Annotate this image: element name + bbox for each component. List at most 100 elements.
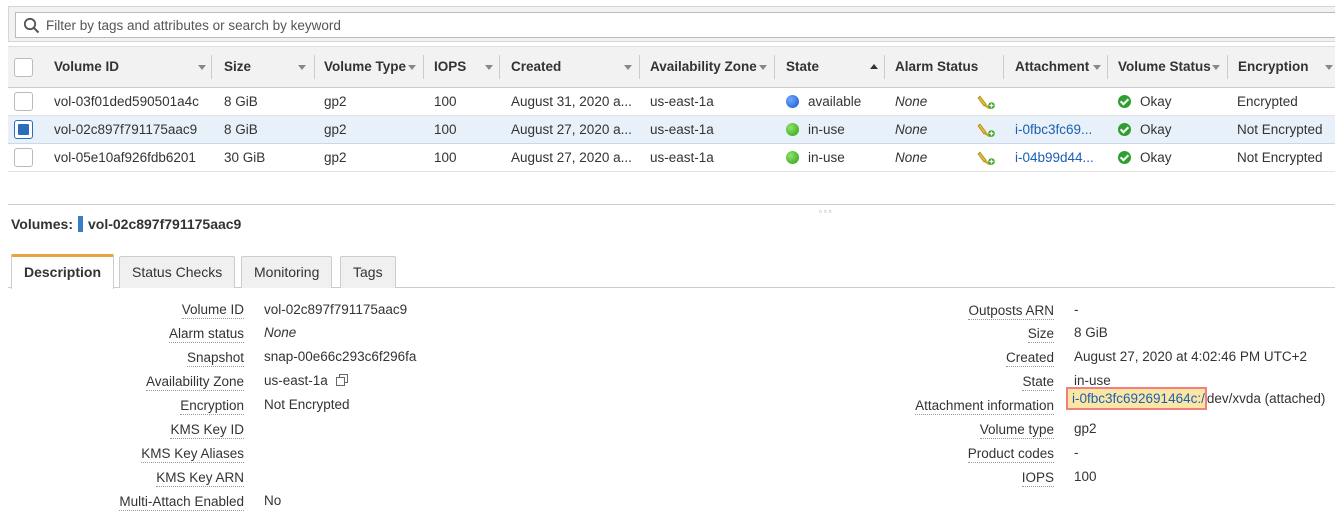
- search-icon: [23, 17, 40, 34]
- col-size[interactable]: Size: [224, 47, 251, 87]
- col-alarm-status: Alarm Status: [895, 59, 979, 74]
- col-state[interactable]: State: [786, 47, 819, 87]
- col-volume-id[interactable]: Volume ID: [54, 47, 119, 87]
- selection-bar: [77, 216, 83, 232]
- chevron-down-icon[interactable]: [298, 65, 306, 70]
- label-volume-id: Volume ID: [181, 302, 244, 319]
- cell-attachment-link[interactable]: [1015, 88, 1103, 115]
- col-availability-zone[interactable]: Availability Zone: [650, 47, 757, 87]
- chevron-down-icon[interactable]: [759, 65, 767, 70]
- label-kms-key-aliases: KMS Key Aliases: [141, 446, 244, 463]
- cell-created: August 31, 2020 a...: [511, 94, 632, 109]
- value-product-codes: -: [1074, 445, 1079, 460]
- status-ok-icon: [1118, 123, 1131, 136]
- tab-monitoring[interactable]: Monitoring: [241, 256, 333, 288]
- cell-volume-type: gp2: [324, 94, 347, 109]
- col-created[interactable]: Created: [511, 47, 561, 87]
- cell-iops: 100: [434, 94, 457, 109]
- cell-state: available: [808, 94, 862, 109]
- value-size: 8 GiB: [1074, 325, 1108, 340]
- cell-attachment-link[interactable]: i-0fbc3fc69...: [1015, 116, 1103, 143]
- cell-iops: 100: [434, 122, 457, 137]
- attachment-instance-link[interactable]: i-0fbc3fc692691464c:/: [1066, 387, 1207, 410]
- label-kms-key-arn: KMS Key ARN: [156, 470, 244, 487]
- cell-alarm-status: None: [895, 150, 928, 165]
- cell-volume-status: Okay: [1140, 122, 1172, 137]
- value-attachment-info: i-0fbc3fc692691464c:/dev/xvda (attached): [1066, 387, 1326, 410]
- cell-created: August 27, 2020 a...: [511, 122, 632, 137]
- copy-icon[interactable]: [336, 374, 348, 386]
- col-attachment[interactable]: Attachment: [1015, 47, 1089, 87]
- add-alarm-icon[interactable]: [977, 148, 995, 166]
- chevron-down-icon[interactable]: [624, 65, 632, 70]
- label-encryption: Encryption: [180, 398, 244, 415]
- value-created: August 27, 2020 at 4:02:46 PM UTC+2: [1074, 349, 1308, 364]
- select-all-checkbox[interactable]: [14, 58, 33, 77]
- status-ok-icon: [1118, 151, 1131, 164]
- cell-encryption: Not Encrypted: [1237, 122, 1323, 137]
- cell-state: in-use: [808, 150, 845, 165]
- cell-encryption: Encrypted: [1237, 94, 1298, 109]
- cell-az: us-east-1a: [650, 122, 714, 137]
- table-row[interactable]: vol-05e10af926fdb6201 30 GiB gp2 100 Aug…: [8, 144, 1335, 172]
- value-iops: 100: [1074, 469, 1097, 484]
- cell-volume-id: vol-05e10af926fdb6201: [54, 150, 196, 165]
- chevron-down-icon[interactable]: [485, 65, 493, 70]
- label-created: Created: [1005, 350, 1054, 367]
- value-outposts-arn: -: [1074, 302, 1079, 317]
- snapshot-link[interactable]: snap-00e66c293c6f296fa: [264, 348, 416, 365]
- attachment-device: dev/xvda (attached): [1206, 391, 1326, 406]
- tab-tags[interactable]: Tags: [340, 256, 396, 288]
- cell-az: us-east-1a: [650, 94, 714, 109]
- detail-title-prefix: Volumes:: [11, 216, 73, 232]
- add-alarm-icon[interactable]: [977, 92, 995, 110]
- tab-description[interactable]: Description: [11, 254, 115, 289]
- cell-volume-status: Okay: [1140, 150, 1172, 165]
- label-iops: IOPS: [1021, 470, 1054, 487]
- col-iops[interactable]: IOPS: [434, 47, 466, 87]
- cell-size: 8 GiB: [224, 94, 258, 109]
- table-header: Volume ID Size Volume Type IOPS Created …: [8, 46, 1335, 88]
- search-input[interactable]: [46, 13, 1335, 37]
- chevron-down-icon[interactable]: [1212, 65, 1220, 70]
- volumes-table: Volume ID Size Volume Type IOPS Created …: [8, 46, 1335, 172]
- value-volume-id: vol-02c897f791175aac9: [264, 302, 408, 317]
- row-checkbox[interactable]: [14, 120, 33, 139]
- label-multi-attach: Multi-Attach Enabled: [119, 494, 244, 511]
- label-state: State: [1022, 374, 1054, 391]
- cell-az: us-east-1a: [650, 150, 714, 165]
- chevron-down-icon[interactable]: [198, 65, 206, 70]
- state-in-use-icon: [786, 151, 799, 164]
- cell-attachment-link[interactable]: i-04b99d44...: [1015, 144, 1103, 171]
- state-in-use-icon: [786, 123, 799, 136]
- pane-splitter[interactable]: [8, 204, 1335, 205]
- tab-status-checks[interactable]: Status Checks: [119, 256, 236, 288]
- cell-volume-status: Okay: [1140, 94, 1172, 109]
- chevron-down-icon[interactable]: [408, 65, 416, 70]
- value-availability-zone: us-east-1a: [264, 373, 328, 388]
- search-box[interactable]: [15, 12, 1335, 38]
- chevron-down-icon[interactable]: [1325, 65, 1333, 70]
- cell-volume-type: gp2: [324, 122, 347, 137]
- value-encryption: Not Encrypted: [264, 397, 350, 412]
- label-volume-type: Volume type: [979, 422, 1054, 439]
- row-checkbox[interactable]: [14, 148, 33, 167]
- chevron-down-icon[interactable]: [1093, 65, 1101, 70]
- col-encryption[interactable]: Encryption: [1238, 47, 1309, 87]
- resize-grip-icon[interactable]: ▫▫▫: [819, 207, 834, 216]
- cell-size: 30 GiB: [224, 150, 266, 165]
- row-checkbox[interactable]: [14, 92, 33, 111]
- table-row[interactable]: vol-03f01ded590501a4c 8 GiB gp2 100 Augu…: [8, 88, 1335, 116]
- detail-title-value: vol-02c897f791175aac9: [87, 216, 242, 232]
- label-availability-zone: Availability Zone: [145, 374, 244, 391]
- sort-ascending-icon[interactable]: [870, 64, 878, 69]
- cell-alarm-status: None: [895, 94, 928, 109]
- col-volume-status[interactable]: Volume Status: [1118, 47, 1211, 87]
- cell-alarm-status: None: [895, 122, 928, 137]
- add-alarm-icon[interactable]: [977, 120, 995, 138]
- col-volume-type[interactable]: Volume Type: [324, 47, 406, 87]
- table-row[interactable]: vol-02c897f791175aac9 8 GiB gp2 100 Augu…: [8, 116, 1335, 144]
- cell-state: in-use: [808, 122, 845, 137]
- detail-tabs: Description Status Checks Monitoring Tag…: [8, 254, 1335, 289]
- label-snapshot: Snapshot: [186, 350, 244, 367]
